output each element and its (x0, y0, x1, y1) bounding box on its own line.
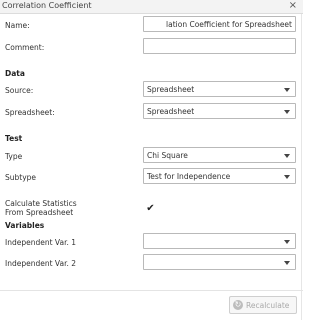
window-title: Correlation Coefficient (2, 1, 92, 10)
source-label: Source: (5, 86, 34, 95)
independent-var-1-label: Independent Var. 1 (5, 238, 77, 247)
chevron-down-icon (284, 240, 290, 244)
type-select[interactable]: Chi Square (143, 147, 296, 163)
spreadsheet-select[interactable]: Spreadsheet (143, 103, 296, 119)
chevron-down-icon (284, 154, 290, 158)
recalculate-button[interactable]: ↻ Recalculate (229, 296, 297, 314)
calculate-label-line1: Calculate Statistics (5, 199, 77, 208)
independent-var-2-label: Independent Var. 2 (5, 259, 77, 268)
chevron-down-icon (284, 175, 290, 179)
type-label: Type (5, 152, 23, 161)
independent-var-2-select[interactable] (143, 254, 296, 270)
spreadsheet-select-value: Spreadsheet (147, 107, 195, 116)
data-heading: Data (5, 69, 25, 78)
name-input-value: lation Coefficient for Spreadsheet (166, 20, 292, 29)
name-input[interactable]: lation Coefficient for Spreadsheet (143, 16, 296, 32)
subtype-select[interactable]: Test for Independence (143, 168, 296, 184)
chevron-down-icon (284, 88, 290, 92)
refresh-icon: ↻ (233, 300, 243, 310)
chevron-down-icon (284, 110, 290, 114)
type-select-value: Chi Square (147, 151, 188, 160)
calculate-label-line2: From Spreadsheet (5, 208, 74, 217)
source-select-value: Spreadsheet (147, 85, 195, 94)
title-bar: Correlation Coefficient × (0, 0, 303, 14)
footer-divider (0, 290, 303, 291)
subtype-select-value: Test for Independence (147, 172, 231, 181)
calculate-checkbox[interactable]: ✔ (145, 203, 156, 214)
spreadsheet-label: Spreadsheet: (5, 108, 55, 117)
subtype-label: Subtype (5, 173, 37, 182)
close-icon[interactable]: × (289, 0, 297, 11)
test-heading: Test (5, 134, 23, 143)
chevron-down-icon (284, 261, 290, 265)
panel-edge (301, 14, 302, 320)
source-select[interactable]: Spreadsheet (143, 81, 296, 97)
recalculate-label: Recalculate (246, 301, 290, 310)
variables-heading: Variables (5, 221, 45, 230)
comment-label: Comment: (5, 43, 45, 52)
comment-input[interactable] (143, 38, 296, 54)
name-label: Name: (5, 21, 30, 30)
independent-var-1-select[interactable] (143, 233, 296, 249)
